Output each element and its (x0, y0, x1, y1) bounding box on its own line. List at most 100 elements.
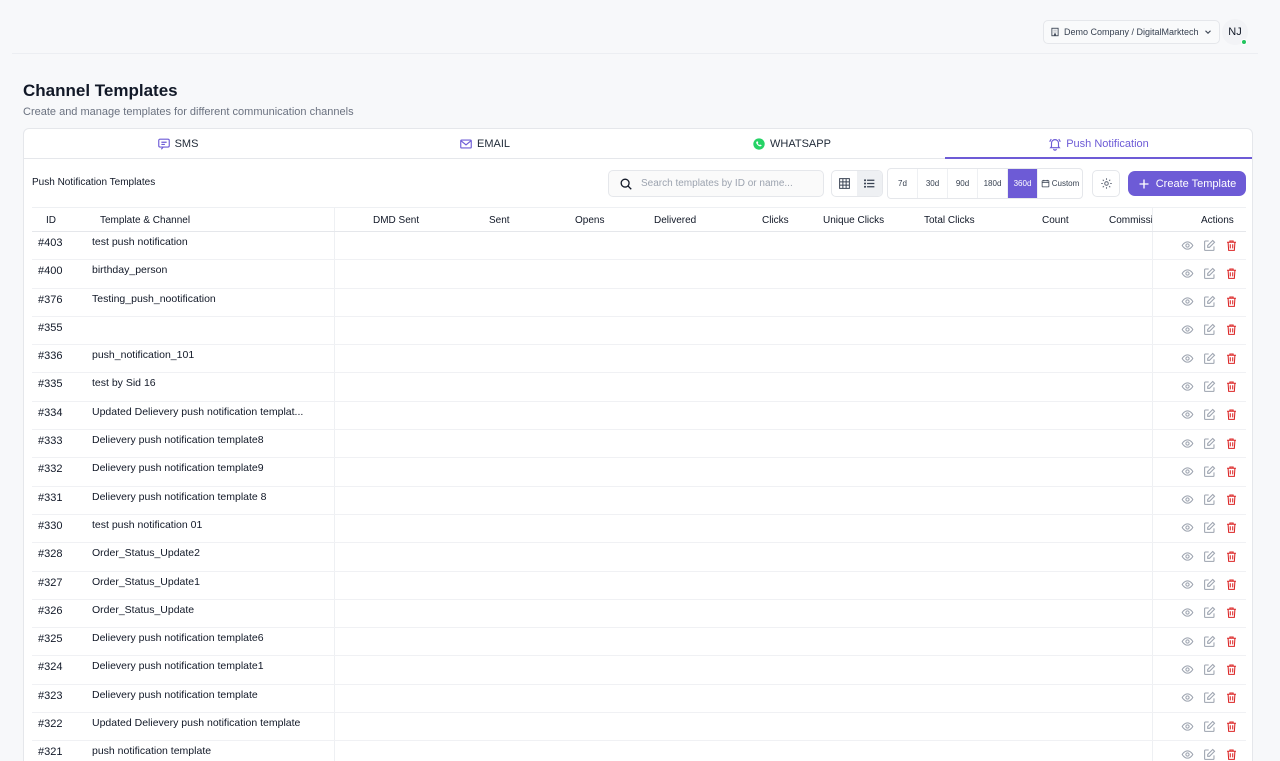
col-delivered[interactable]: Delivered (654, 208, 696, 233)
company-selector[interactable]: Demo Company / DigitalMarktech (1043, 20, 1220, 44)
table-row[interactable]: #336 push_notification_101 (32, 345, 1246, 374)
edit-icon[interactable] (1202, 521, 1216, 535)
table-row[interactable]: #322 Updated Delievery push notification … (32, 713, 1246, 742)
delete-icon[interactable] (1224, 634, 1238, 648)
table-row[interactable]: #323 Delievery push notification template (32, 684, 1246, 714)
col-sent[interactable]: Sent (489, 208, 510, 233)
edit-icon[interactable] (1202, 266, 1216, 280)
search-box[interactable] (608, 170, 824, 197)
col-count[interactable]: Count (1042, 208, 1069, 233)
edit-icon[interactable] (1202, 578, 1216, 592)
delete-icon[interactable] (1224, 351, 1238, 365)
col-opens[interactable]: Opens (575, 208, 604, 233)
template-name[interactable]: Order_Status_Update (92, 604, 332, 616)
range-custom[interactable]: Custom (1038, 169, 1082, 198)
delete-icon[interactable] (1224, 662, 1238, 676)
range-30d[interactable]: 30d (918, 169, 948, 198)
edit-icon[interactable] (1202, 662, 1216, 676)
view-icon[interactable] (1180, 295, 1194, 309)
template-name[interactable]: Delievery push notification template8 (92, 434, 332, 446)
range-7d[interactable]: 7d (888, 169, 918, 198)
template-name[interactable]: Order_Status_Update2 (92, 547, 332, 559)
range-360d[interactable]: 360d (1008, 169, 1038, 198)
delete-icon[interactable] (1224, 323, 1238, 337)
edit-icon[interactable] (1202, 747, 1216, 761)
avatar[interactable]: NJ (1222, 19, 1248, 45)
template-name[interactable]: test push notification 01 (92, 519, 332, 531)
delete-icon[interactable] (1224, 436, 1238, 450)
template-name[interactable]: Delievery push notification template6 (92, 632, 332, 644)
range-180d[interactable]: 180d (978, 169, 1008, 198)
view-icon[interactable] (1180, 691, 1194, 705)
delete-icon[interactable] (1224, 691, 1238, 705)
template-name[interactable]: push notification template (92, 745, 332, 757)
delete-icon[interactable] (1224, 578, 1238, 592)
edit-icon[interactable] (1202, 606, 1216, 620)
tab-whatsapp[interactable]: WHATSAPP (638, 129, 945, 158)
edit-icon[interactable] (1202, 464, 1216, 478)
col-commission[interactable]: Commissi (1109, 208, 1153, 233)
view-icon[interactable] (1180, 634, 1194, 648)
table-row[interactable]: #403 test push notification (32, 232, 1246, 261)
edit-icon[interactable] (1202, 691, 1216, 705)
table-row[interactable]: #332 Delievery push notification template… (32, 458, 1246, 487)
edit-icon[interactable] (1202, 549, 1216, 563)
delete-icon[interactable] (1224, 521, 1238, 535)
delete-icon[interactable] (1224, 747, 1238, 761)
view-icon[interactable] (1180, 521, 1194, 535)
view-icon[interactable] (1180, 493, 1194, 507)
delete-icon[interactable] (1224, 493, 1238, 507)
edit-icon[interactable] (1202, 351, 1216, 365)
edit-icon[interactable] (1202, 493, 1216, 507)
table-row[interactable]: #335 test by Sid 16 (32, 373, 1246, 402)
template-name[interactable]: Delievery push notification template 8 (92, 491, 332, 503)
table-row[interactable]: #325 Delievery push notification template… (32, 628, 1246, 657)
tab-sms[interactable]: SMS (24, 129, 331, 158)
delete-icon[interactable] (1224, 606, 1238, 620)
view-icon[interactable] (1180, 379, 1194, 393)
table-row[interactable]: #333 Delievery push notification template… (32, 430, 1246, 459)
tab-push-notification[interactable]: Push Notification (945, 129, 1252, 159)
delete-icon[interactable] (1224, 549, 1238, 563)
table-row[interactable]: #331 Delievery push notification template… (32, 486, 1246, 515)
table-row[interactable]: #376 Testing_push_nootification (32, 288, 1246, 317)
template-name[interactable]: Testing_push_nootification (92, 293, 332, 305)
edit-icon[interactable] (1202, 238, 1216, 252)
search-input[interactable] (641, 178, 811, 189)
view-icon[interactable] (1180, 266, 1194, 280)
edit-icon[interactable] (1202, 323, 1216, 337)
table-row[interactable]: #321 push notification template (32, 741, 1246, 761)
col-unique-clicks[interactable]: Unique Clicks (823, 208, 884, 233)
template-name[interactable]: Delievery push notification template9 (92, 462, 332, 474)
table-row[interactable]: #330 test push notification 01 (32, 514, 1246, 544)
edit-icon[interactable] (1202, 295, 1216, 309)
delete-icon[interactable] (1224, 719, 1238, 733)
template-name[interactable]: birthday_person (92, 264, 332, 276)
list-view-button[interactable] (857, 171, 882, 196)
view-icon[interactable] (1180, 436, 1194, 450)
col-clicks[interactable]: Clicks (762, 208, 789, 233)
view-icon[interactable] (1180, 351, 1194, 365)
template-name[interactable]: Updated Delievery push notification temp… (92, 406, 332, 418)
view-icon[interactable] (1180, 578, 1194, 592)
create-template-button[interactable]: Create Template (1128, 171, 1246, 196)
view-icon[interactable] (1180, 719, 1194, 733)
table-row[interactable]: #355 (32, 316, 1246, 346)
table-row[interactable]: #327 Order_Status_Update1 (32, 571, 1246, 600)
edit-icon[interactable] (1202, 379, 1216, 393)
template-name[interactable]: Delievery push notification template (92, 689, 332, 701)
delete-icon[interactable] (1224, 266, 1238, 280)
grid-view-button[interactable] (832, 171, 857, 196)
settings-button[interactable] (1092, 170, 1120, 197)
delete-icon[interactable] (1224, 379, 1238, 393)
table-row[interactable]: #326 Order_Status_Update (32, 599, 1246, 629)
table-row[interactable]: #334 Updated Delievery push notification … (32, 401, 1246, 431)
template-name[interactable]: test by Sid 16 (92, 377, 332, 389)
delete-icon[interactable] (1224, 295, 1238, 309)
col-total-clicks[interactable]: Total Clicks (924, 208, 975, 233)
delete-icon[interactable] (1224, 408, 1238, 422)
view-icon[interactable] (1180, 747, 1194, 761)
edit-icon[interactable] (1202, 436, 1216, 450)
view-icon[interactable] (1180, 323, 1194, 337)
view-icon[interactable] (1180, 606, 1194, 620)
